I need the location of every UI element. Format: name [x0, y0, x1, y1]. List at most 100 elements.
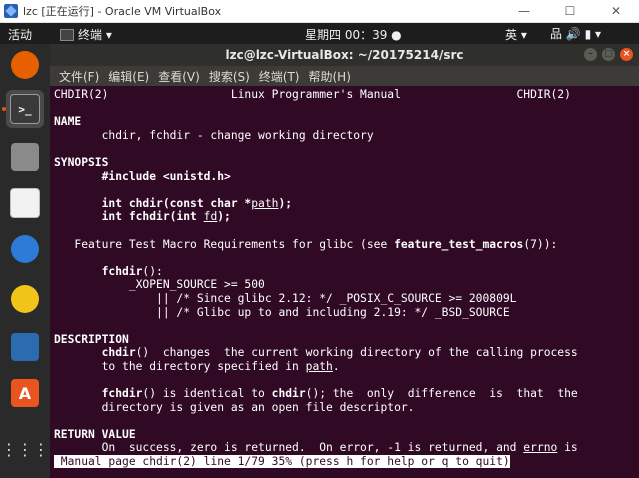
terminal-text: );: [217, 210, 231, 224]
files-icon[interactable]: [6, 138, 44, 176]
terminal-text: || /* Since glibc 2.12: */ _POSIX_C_SOUR…: [54, 291, 517, 305]
terminal-title-bar: lzc@lzc-VirtualBox: ~/20175214/src – □ ×: [50, 44, 639, 66]
terminal-text: directory is given as an open file descr…: [54, 400, 415, 414]
menu-search[interactable]: 搜索(S): [209, 68, 250, 85]
virtualbox-icon: [4, 4, 18, 18]
terminal-line: || /* Since glibc 2.12: */ _POSIX_C_SOUR…: [54, 292, 639, 306]
terminal-text: );: [278, 196, 293, 210]
clock[interactable]: 星期四 00：39 ●: [305, 26, 402, 43]
terminal-text: path: [305, 359, 333, 373]
rhythmbox-icon-glyph: [11, 285, 39, 313]
app-menu-label: 终端 ▾: [78, 28, 112, 42]
files-icon-glyph: [11, 143, 39, 171]
activities-button[interactable]: 活动: [8, 26, 32, 43]
terminal-text: errno: [523, 441, 558, 455]
terminal-text: _XOPEN_SOURCE >= 500: [54, 278, 265, 292]
terminal-output[interactable]: CHDIR(2) Linux Programmer's Manual CHDIR…: [50, 86, 639, 478]
terminal-line: int fchdir(int fd);: [54, 210, 639, 224]
firefox-icon-glyph: [11, 51, 39, 79]
terminal-line: int chdir(const char *path);: [54, 197, 639, 211]
system-menu[interactable]: 品 🔊 ▮ ▾: [550, 25, 601, 42]
terminal-menu-bar: 文件(F) 编辑(E) 查看(V) 搜索(S) 终端(T) 帮助(H): [50, 66, 639, 86]
terminal-text: fd: [203, 210, 218, 224]
thunderbird-icon-glyph: [11, 235, 39, 263]
terminal-line: Manual page chdir(2) line 1/79 35% (pres…: [54, 455, 639, 469]
dock: >_ A ⋮⋮⋮: [0, 44, 50, 478]
terminal-text: #include <unistd.h>: [54, 169, 231, 183]
terminal-text: chdir: [101, 346, 136, 360]
terminal-text: CHDIR(2) Linux Programmer's Manual CHDIR…: [54, 88, 571, 101]
terminal-text: int fchdir(int: [54, 210, 204, 224]
host-title-bar: lzc [正在运行] - Oracle VM VirtualBox — ☐ ✕: [0, 0, 639, 23]
terminal-line: _XOPEN_SOURCE >= 500: [54, 278, 639, 292]
terminal-maximize-button[interactable]: □: [602, 48, 615, 61]
terminal-text: () is identical to: [142, 387, 272, 401]
terminal-small-icon: [60, 28, 74, 41]
terminal-line: to the directory specified in path.: [54, 360, 639, 374]
terminal-title: lzc@lzc-VirtualBox: ~/20175214/src: [225, 48, 464, 62]
rhythmbox-icon[interactable]: [6, 280, 44, 318]
maximize-button[interactable]: ☐: [547, 0, 593, 22]
terminal-text: .: [332, 359, 340, 373]
terminal-text: RETURN VALUE: [54, 427, 136, 441]
terminal-minimize-button[interactable]: –: [584, 48, 597, 61]
app-menu[interactable]: 终端 ▾: [60, 26, 112, 43]
terminal-line: #include <unistd.h>: [54, 170, 639, 184]
libreoffice-writer-icon[interactable]: [6, 328, 44, 366]
terminal-line: fchdir():: [54, 265, 639, 279]
terminal-line: Feature Test Macro Requirements for glib…: [54, 238, 639, 252]
terminal-text: is: [557, 441, 578, 455]
terminal-icon[interactable]: >_: [2, 90, 44, 128]
ubuntu-top-bar: 活动 终端 ▾ 星期四 00：39 ● 英 ▾ 品 🔊 ▮ ▾: [0, 23, 639, 44]
terminal-text: fchdir: [101, 264, 143, 278]
software-center-icon[interactable]: A: [6, 374, 44, 412]
host-window-title: lzc [正在运行] - Oracle VM VirtualBox: [23, 5, 222, 18]
minimize-button[interactable]: —: [501, 0, 547, 22]
running-indicator: [2, 107, 6, 111]
firefox-icon[interactable]: [6, 46, 44, 84]
terminal-line: CHDIR(2) Linux Programmer's Manual CHDIR…: [54, 88, 639, 102]
terminal-line: directory is given as an open file descr…: [54, 401, 639, 415]
terminal-text: chdir: [271, 387, 306, 401]
terminal-line: chdir() changes the current working dire…: [54, 346, 639, 360]
terminal-close-button[interactable]: ×: [620, 48, 633, 61]
menu-help[interactable]: 帮助(H): [309, 68, 351, 85]
menu-terminal[interactable]: 终端(T): [259, 68, 300, 85]
terminal-text: (7)):: [523, 237, 558, 251]
input-method-indicator[interactable]: 英 ▾: [505, 26, 527, 43]
text-editor-icon[interactable]: [6, 184, 44, 222]
libreoffice-writer-icon-glyph: [11, 333, 39, 361]
terminal-line: DESCRIPTION: [54, 333, 639, 347]
terminal-text: chdir, fchdir - change working directory: [54, 128, 374, 142]
terminal-line: RETURN VALUE: [54, 428, 639, 442]
terminal-window: lzc@lzc-VirtualBox: ~/20175214/src – □ ×…: [50, 44, 639, 478]
menu-edit[interactable]: 编辑(E): [108, 68, 149, 85]
terminal-line: fchdir() is identical to chdir(); the on…: [54, 387, 639, 401]
terminal-icon-glyph: >_: [10, 94, 40, 124]
close-button[interactable]: ✕: [593, 0, 639, 22]
menu-file[interactable]: 文件(F): [59, 68, 99, 85]
terminal-text: (); the only difference is that the: [305, 387, 578, 401]
terminal-text: feature_test_macros: [394, 237, 524, 251]
thunderbird-icon[interactable]: [6, 230, 44, 268]
terminal-line: On success, zero is returned. On error, …: [54, 441, 639, 455]
terminal-line: NAME: [54, 115, 639, 129]
software-center-icon-glyph: A: [11, 379, 39, 407]
terminal-text: path: [251, 196, 279, 210]
terminal-line: || /* Glibc up to and including 2.19: */…: [54, 306, 639, 320]
show-apps-icon[interactable]: ⋮⋮⋮: [1, 430, 49, 468]
terminal-line: chdir, fchdir - change working directory: [54, 129, 639, 143]
terminal-text: || /* Glibc up to and including 2.19: */…: [54, 305, 510, 319]
menu-view[interactable]: 查看(V): [158, 68, 200, 85]
terminal-text: Feature Test Macro Requirements for glib…: [54, 237, 395, 251]
text-editor-icon-glyph: [10, 188, 40, 218]
terminal-text: () changes the current working directory…: [135, 346, 578, 360]
